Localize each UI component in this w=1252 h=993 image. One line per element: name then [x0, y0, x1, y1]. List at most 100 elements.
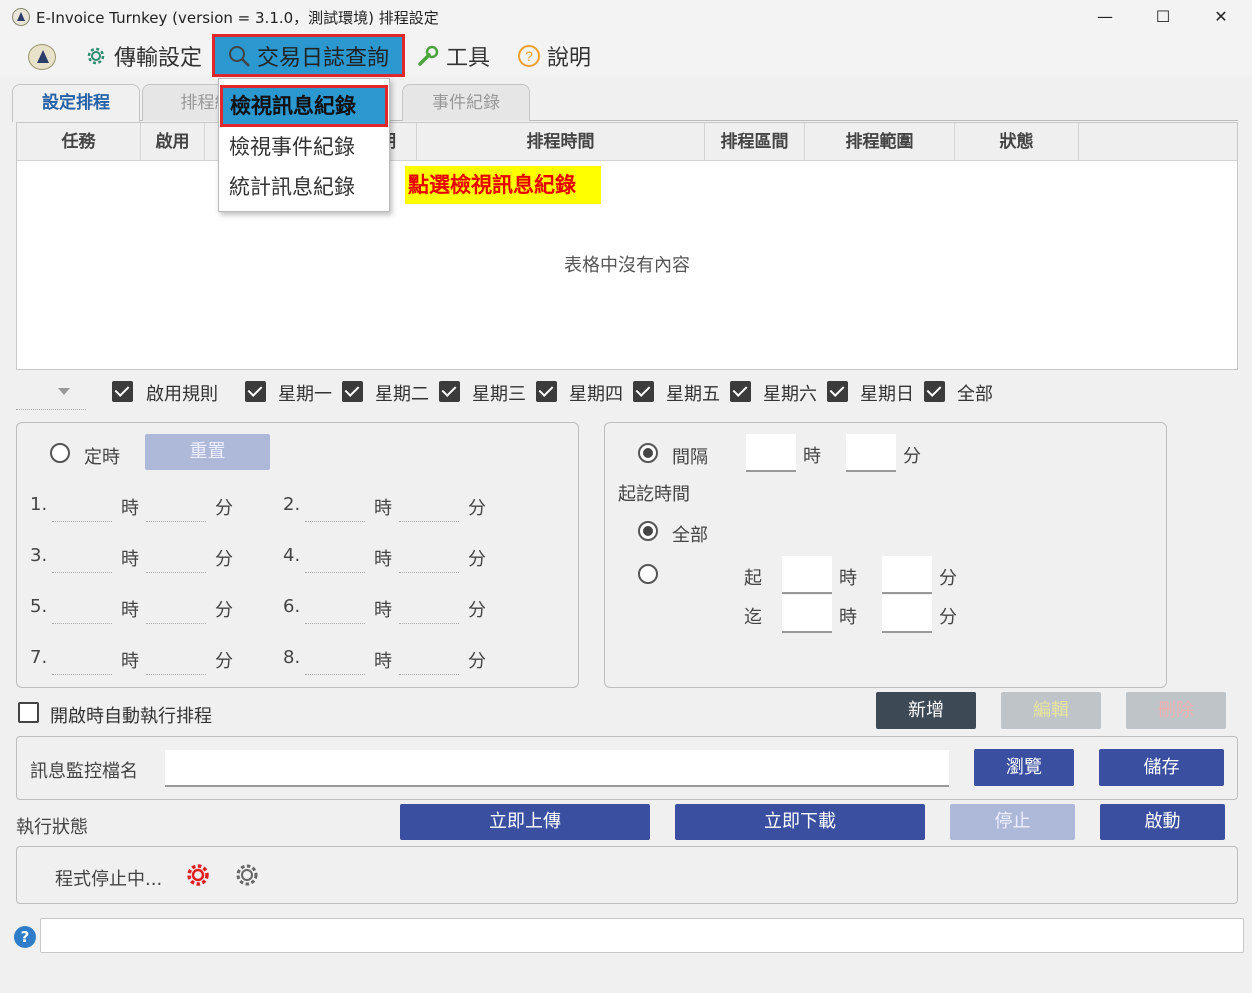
edit-button[interactable]: 編輯 — [1001, 692, 1101, 729]
col-schedule-time[interactable]: 排程時間 — [417, 123, 705, 161]
minute-unit: 分 — [468, 600, 486, 621]
hour-unit: 時 — [121, 498, 139, 519]
menu-help-label: 說明 — [547, 46, 592, 71]
annotation-note: 點選檢視訊息紀錄 — [405, 166, 601, 204]
saturday-label: 星期六 — [763, 384, 817, 405]
browse-button[interactable]: 瀏覽 — [974, 749, 1074, 786]
tab-schedule-settings[interactable]: 設定排程 — [12, 84, 140, 122]
maximize-button[interactable]: ☐ — [1140, 4, 1186, 30]
saturday-checkbox[interactable] — [730, 381, 751, 402]
interval-label: 間隔 — [672, 447, 708, 468]
slot-1-hour-field[interactable] — [52, 484, 112, 522]
slot-1-minute-field[interactable] — [146, 484, 206, 522]
slot-3-minute-field[interactable] — [146, 535, 206, 573]
save-button[interactable]: 儲存 — [1099, 749, 1224, 786]
minute-unit: 分 — [215, 549, 233, 570]
slot-8-hour-field[interactable] — [305, 637, 365, 675]
hour-unit: 時 — [374, 498, 392, 519]
slot-5-minute-field[interactable] — [146, 586, 206, 624]
menu-logo-icon[interactable] — [28, 44, 56, 70]
dropdown-view-message-log[interactable]: 檢視訊息紀錄 — [220, 85, 388, 127]
enable-rule-label: 啟用規則 — [146, 384, 218, 405]
slot-number: 2. — [283, 494, 301, 515]
col-enabled[interactable]: 啟用 — [141, 123, 205, 161]
program-status-text: 程式停止中... — [55, 869, 163, 890]
from-hour-field[interactable] — [782, 556, 832, 594]
slot-2-hour-field[interactable] — [305, 484, 365, 522]
tuesday-label: 星期二 — [375, 384, 429, 405]
delete-button[interactable]: 刪除 — [1126, 692, 1226, 729]
to-minute-field[interactable] — [882, 595, 932, 633]
thursday-checkbox[interactable] — [536, 381, 557, 402]
slot-4-minute-field[interactable] — [399, 535, 459, 573]
interval-hour-field[interactable] — [746, 434, 796, 472]
status-bar-input[interactable] — [40, 918, 1244, 953]
stop-button[interactable]: 停止 — [950, 804, 1075, 840]
slot-7-minute-field[interactable] — [146, 637, 206, 675]
slot-2-minute-field[interactable] — [399, 484, 459, 522]
minimize-button[interactable]: — — [1082, 4, 1128, 30]
exec-status-label: 執行狀態 — [16, 817, 88, 838]
start-button[interactable]: 啟動 — [1100, 804, 1225, 840]
thursday-label: 星期四 — [569, 384, 623, 405]
timed-radio[interactable] — [50, 443, 70, 463]
task-combobox[interactable] — [16, 376, 86, 410]
from-label: 起 — [744, 568, 762, 589]
hour-unit: 時 — [121, 549, 139, 570]
tab-event-log[interactable]: 事件紀錄 — [402, 84, 530, 121]
menu-transaction-log-query[interactable]: 交易日誌查詢 — [212, 34, 405, 77]
col-schedule-range[interactable]: 排程範圍 — [805, 123, 955, 161]
question-circle-icon: ? — [517, 44, 541, 68]
minute-unit: 分 — [468, 549, 486, 570]
minute-unit: 分 — [215, 498, 233, 519]
minute-unit: 分 — [215, 600, 233, 621]
dropdown-view-event-log[interactable]: 檢視事件紀錄 — [219, 127, 389, 167]
dropdown-stat-message-log[interactable]: 統計訊息紀錄 — [219, 167, 389, 207]
hour-unit: 時 — [374, 549, 392, 570]
add-button[interactable]: 新增 — [876, 692, 976, 729]
slot-6-hour-field[interactable] — [305, 586, 365, 624]
enable-rule-checkbox[interactable] — [112, 381, 133, 402]
friday-checkbox[interactable] — [633, 381, 654, 402]
search-icon — [227, 44, 251, 68]
upload-now-button[interactable]: 立即上傳 — [400, 804, 650, 840]
col-task[interactable]: 任務 — [17, 123, 141, 161]
tuesday-checkbox[interactable] — [342, 381, 363, 402]
grey-gear-icon — [234, 862, 260, 888]
wednesday-checkbox[interactable] — [439, 381, 460, 402]
minute-unit: 分 — [468, 498, 486, 519]
col-schedule-interval[interactable]: 排程區間 — [705, 123, 805, 161]
minute-unit: 分 — [903, 446, 921, 467]
col-status[interactable]: 狀態 — [955, 123, 1079, 161]
all-days-label: 全部 — [957, 384, 993, 405]
menu-help[interactable]: ? 說明 — [517, 40, 591, 72]
menu-tools[interactable]: 工具 — [416, 40, 490, 72]
slot-5-hour-field[interactable] — [52, 586, 112, 624]
range-all-radio[interactable] — [638, 521, 658, 541]
slot-4-hour-field[interactable] — [305, 535, 365, 573]
friday-label: 星期五 — [666, 384, 720, 405]
monday-label: 星期一 — [278, 384, 332, 405]
from-minute-field[interactable] — [882, 556, 932, 594]
monitor-filename-input[interactable] — [165, 750, 949, 787]
menu-transfer-settings[interactable]: 傳輸設定 — [84, 40, 202, 72]
slot-6-minute-field[interactable] — [399, 586, 459, 624]
close-button[interactable]: ✕ — [1198, 4, 1244, 30]
download-now-button[interactable]: 立即下載 — [675, 804, 925, 840]
range-custom-radio[interactable] — [638, 564, 658, 584]
reset-button[interactable]: 重置 — [145, 434, 270, 470]
slot-3-hour-field[interactable] — [52, 535, 112, 573]
all-days-checkbox[interactable] — [924, 381, 945, 402]
slot-7-hour-field[interactable] — [52, 637, 112, 675]
hour-unit: 時 — [374, 651, 392, 672]
window-title: E-Invoice Turnkey (version = 3.1.0，測試環境)… — [36, 9, 439, 27]
help-icon[interactable]: ? — [14, 926, 36, 948]
to-hour-field[interactable] — [782, 595, 832, 633]
autostart-checkbox[interactable] — [18, 702, 39, 723]
monday-checkbox[interactable] — [245, 381, 266, 402]
sunday-checkbox[interactable] — [827, 381, 848, 402]
minute-unit: 分 — [939, 607, 957, 628]
interval-radio[interactable] — [638, 443, 658, 463]
slot-8-minute-field[interactable] — [399, 637, 459, 675]
interval-minute-field[interactable] — [846, 434, 896, 472]
